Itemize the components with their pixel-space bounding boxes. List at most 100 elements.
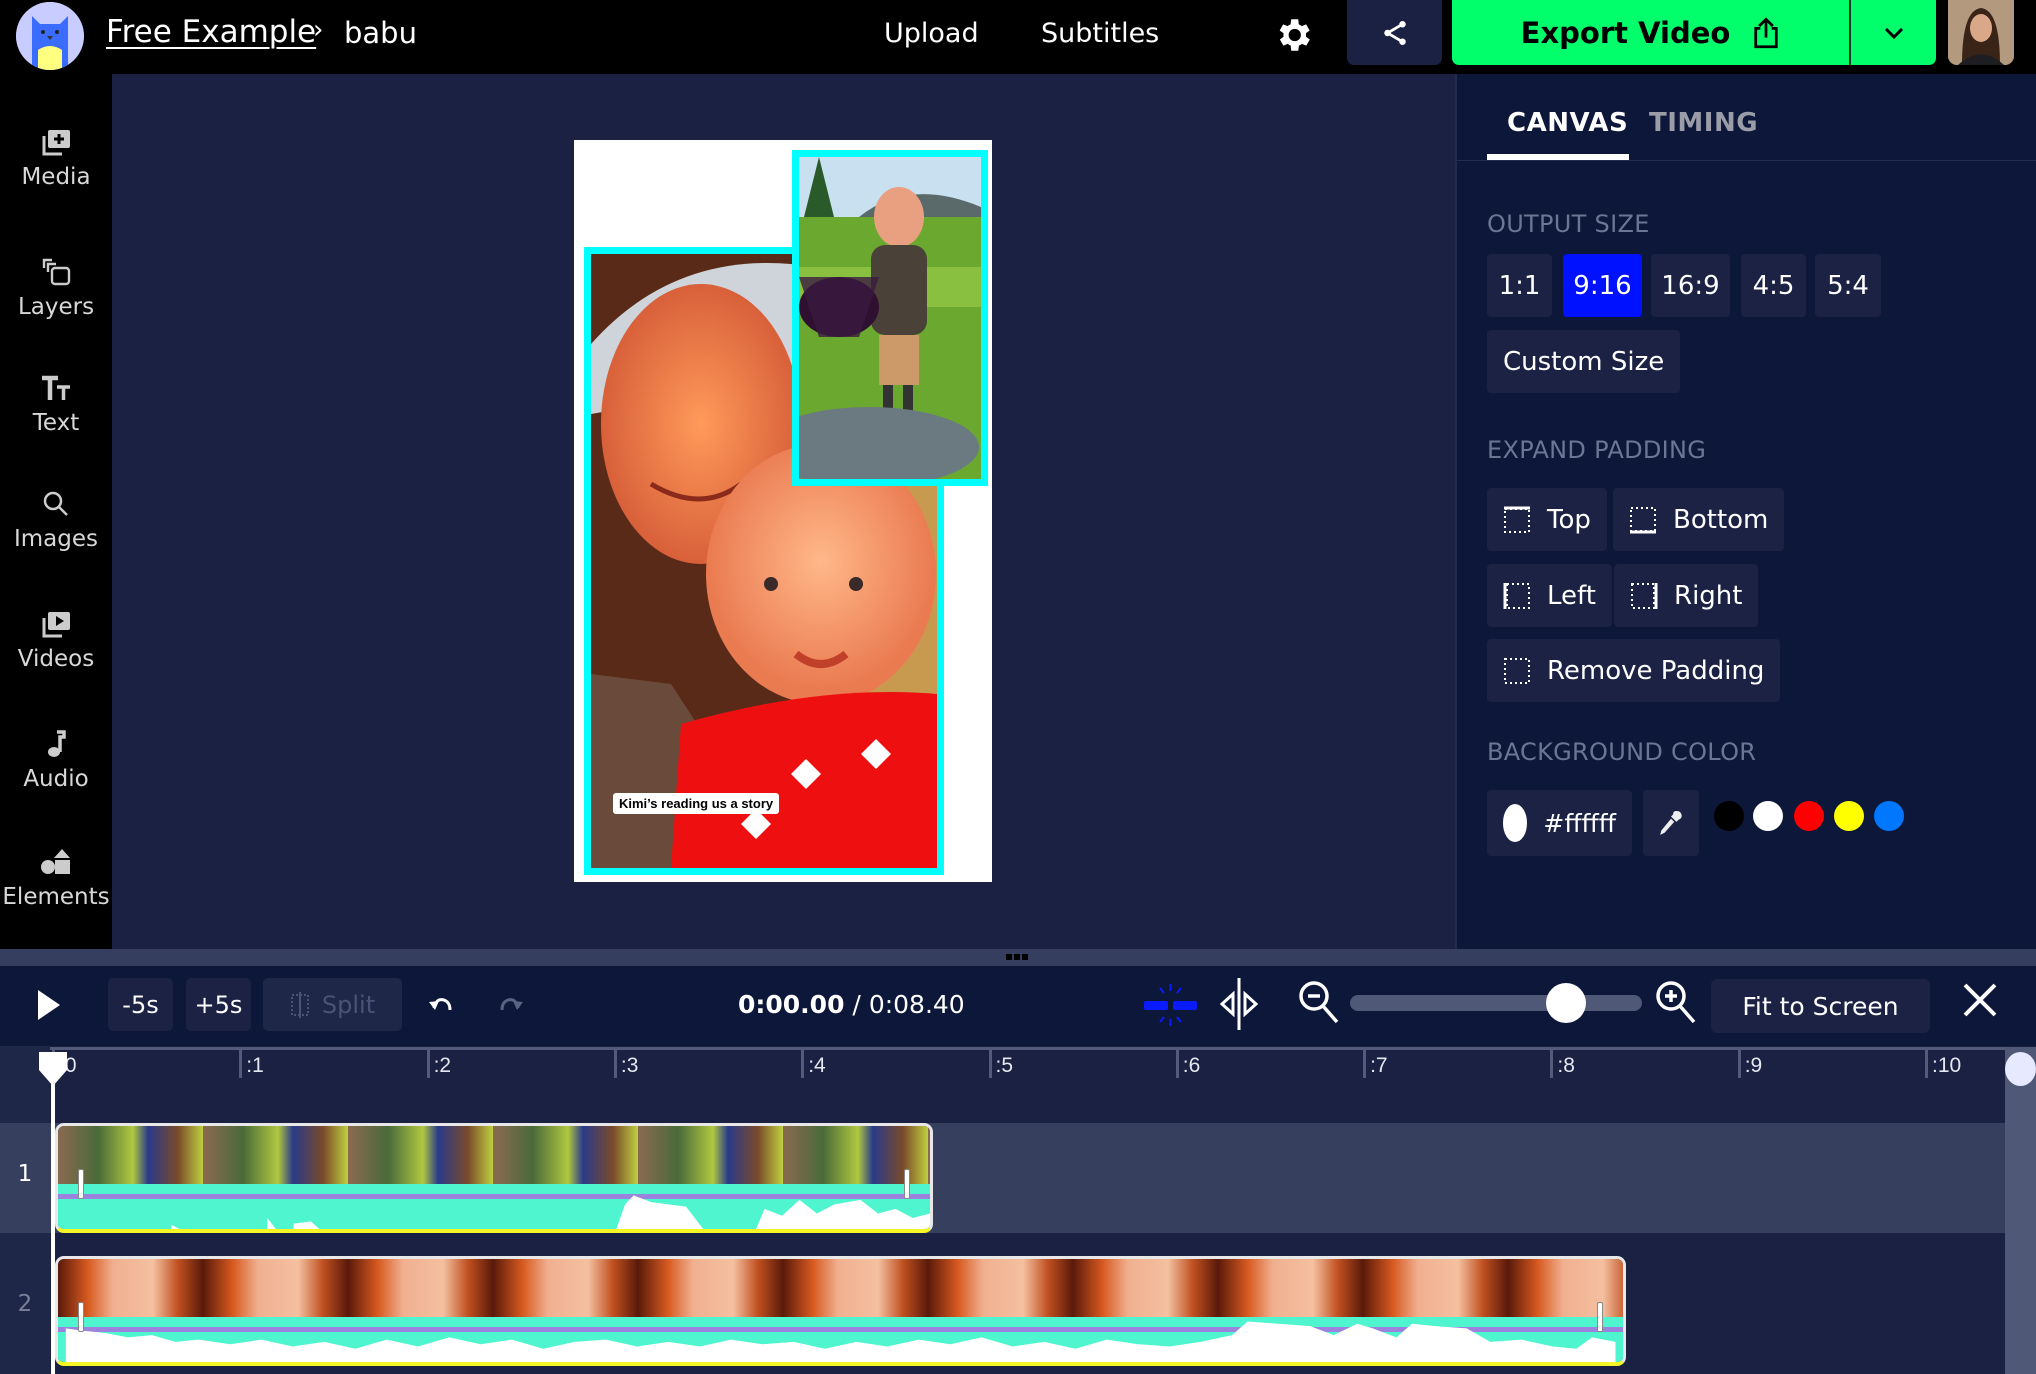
snap-toggle[interactable] (1142, 982, 1200, 1032)
timeline-clip-track-1[interactable] (55, 1123, 934, 1233)
gear-icon (1279, 19, 1310, 51)
size-option-1-1[interactable]: 1:1 (1487, 254, 1552, 317)
user-avatar[interactable] (1948, 0, 2014, 65)
zoom-slider-thumb[interactable] (1546, 983, 1587, 1023)
playhead-handle[interactable] (39, 1052, 67, 1086)
pad-right-button[interactable]: Right (1614, 564, 1759, 627)
size-option-16-9[interactable]: 16:9 (1651, 254, 1730, 317)
breadcrumb-chevron-icon: › (313, 15, 324, 45)
sidebar-label: Elements (2, 884, 110, 910)
size-option-5-4[interactable]: 5:4 (1815, 254, 1881, 317)
timeline-scrollbar-thumb[interactable] (2005, 1052, 2036, 1086)
trim-handle-end[interactable] (904, 1169, 911, 1199)
sidebar-item-videos[interactable]: Videos (0, 590, 112, 690)
media-plus-icon (42, 130, 70, 156)
sidebar-item-images[interactable]: Images (0, 470, 112, 570)
eyedropper-icon (1660, 810, 1682, 835)
tab-canvas[interactable]: CANVAS (1507, 108, 1628, 138)
sidebar-label: Images (13, 526, 98, 552)
sidebar-item-layers[interactable]: Layers (0, 238, 112, 338)
color-preset-blue[interactable] (1874, 801, 1904, 831)
snap-magnet-icon (1144, 984, 1197, 1026)
background-color-value: #ffffff (1543, 808, 1616, 838)
split-center-icon (1219, 978, 1259, 1030)
sidebar-label: Layers (17, 294, 95, 320)
eyedropper-button[interactable] (1643, 790, 1699, 856)
timeline-controls: -5s +5s Split 0:00.00 / 0:08.40 Fit to S… (0, 966, 2036, 1046)
split-button[interactable]: Split (263, 978, 402, 1031)
fit-to-screen-button[interactable]: Fit to Screen (1711, 979, 1930, 1033)
sidebar-item-audio[interactable]: Audio (0, 710, 112, 810)
redo-button[interactable] (498, 992, 524, 1020)
timeline-zoom-slider[interactable] (1350, 983, 1642, 1023)
pad-top-button[interactable]: Top (1487, 488, 1607, 551)
pad-bottom-button[interactable]: Bottom (1613, 488, 1785, 551)
timeline-resize-handle[interactable] (0, 949, 2036, 966)
ruler-tick (1175, 1050, 1179, 1078)
zoom-in-button[interactable] (1655, 980, 1697, 1030)
breadcrumb-root-link[interactable]: Free Example (106, 14, 316, 50)
trim-handle-start[interactable] (78, 1302, 84, 1332)
size-option-9-16[interactable]: 9:16 (1563, 254, 1642, 317)
ruler-tick (1737, 1050, 1741, 1078)
project-name[interactable]: babu (344, 16, 417, 50)
background-color-input[interactable]: #ffffff (1487, 790, 1632, 856)
subtitles-button[interactable]: Subtitles (1041, 18, 1159, 49)
tab-timing[interactable]: TIMING (1649, 108, 1758, 138)
pad-left-icon (1503, 582, 1530, 609)
export-options-dropdown[interactable] (1851, 0, 1936, 65)
music-note-icon (48, 730, 66, 757)
time-ruler[interactable]: :0:1:2:3:4:5:6:7:8:9:10 (0, 1047, 2005, 1124)
app-logo[interactable] (16, 2, 84, 70)
timeline-scrollbar[interactable] (2005, 1047, 2036, 1374)
upload-share-icon (1754, 16, 1779, 48)
caption-text-overlay[interactable]: Kimi’s reading us a story (613, 793, 780, 814)
avatar-photo (1948, 0, 2014, 65)
redo-icon (500, 998, 523, 1011)
share-button[interactable] (1347, 0, 1442, 65)
ruler-tick (801, 1050, 805, 1078)
pad-bottom-icon (1630, 506, 1656, 533)
ruler-tick-label: :6 (1182, 1054, 1201, 1077)
trim-handle-start[interactable] (78, 1169, 84, 1199)
settings-button[interactable] (1272, 14, 1314, 56)
export-video-button[interactable]: Export Video (1452, 0, 1849, 65)
skip-forward-5s-button[interactable]: +5s (186, 978, 251, 1031)
output-size-heading: OUTPUT SIZE (1487, 210, 1650, 238)
chevron-down-icon (1884, 27, 1903, 39)
current-color-swatch (1503, 804, 1528, 842)
color-preset-yellow[interactable] (1834, 801, 1864, 831)
ruler-tick (613, 1050, 617, 1078)
skip-back-5s-button[interactable]: -5s (108, 978, 173, 1031)
upload-button[interactable]: Upload (884, 18, 979, 49)
close-icon (1963, 983, 1997, 1017)
zoom-out-icon (1299, 981, 1339, 1024)
custom-size-button[interactable]: Custom Size (1487, 330, 1681, 393)
timecode-display: 0:00.00 / 0:08.40 (738, 990, 965, 1019)
top-bar: Free Example › babu Upload Subtitles Exp… (0, 0, 2036, 74)
color-preset-white[interactable] (1753, 801, 1783, 831)
play-button[interactable] (36, 988, 62, 1026)
size-option-4-5[interactable]: 4:5 (1741, 254, 1806, 317)
color-preset-red[interactable] (1794, 801, 1824, 831)
sidebar-item-media[interactable]: Media (0, 108, 112, 208)
canvas-clip-toddler[interactable] (792, 150, 988, 486)
trim-handle-end[interactable] (1597, 1302, 1604, 1332)
audio-waveform (58, 1183, 931, 1229)
remove-padding-button[interactable]: Remove Padding (1487, 639, 1781, 702)
timeline-clip-track-2[interactable] (55, 1256, 1627, 1366)
clip-thumbnails (58, 1259, 1624, 1317)
pad-left-label: Left (1547, 580, 1596, 611)
pad-left-button[interactable]: Left (1487, 564, 1612, 627)
sidebar-item-text[interactable]: Text (0, 354, 112, 454)
ruler-baseline (50, 1047, 2005, 1050)
sidebar-item-elements[interactable]: Elements (0, 828, 112, 928)
no-padding-icon (1504, 657, 1530, 684)
split-center-button[interactable] (1217, 976, 1261, 1036)
undo-button[interactable] (428, 992, 454, 1020)
zoom-out-button[interactable] (1298, 980, 1340, 1030)
close-timeline-button[interactable] (1960, 980, 2004, 1024)
cat-logo-icon (16, 2, 84, 70)
color-preset-black[interactable] (1714, 801, 1744, 831)
text-icon (42, 375, 70, 400)
